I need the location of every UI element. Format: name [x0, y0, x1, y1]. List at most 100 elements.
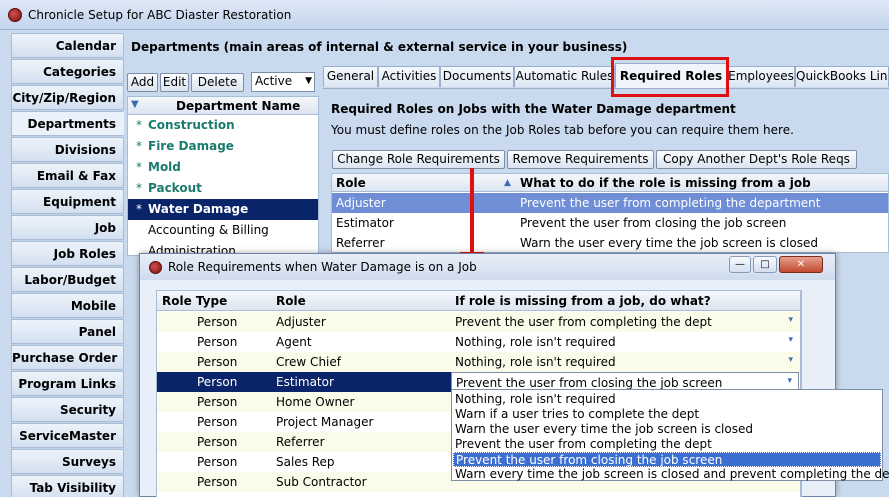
department-row[interactable]: Accounting & Billing: [128, 220, 318, 241]
sidebar-item-purchase-order[interactable]: Purchase Order: [11, 345, 124, 370]
delete-button[interactable]: Delete: [191, 73, 244, 92]
maximize-icon[interactable]: □: [753, 256, 777, 273]
department-name-column: Department Name: [176, 99, 301, 113]
change-role-requirements-button[interactable]: Change Role Requirements: [332, 150, 505, 169]
edit-button[interactable]: Edit: [160, 73, 189, 92]
nested-marker: *: [136, 160, 142, 174]
chevron-down-icon: ▾: [788, 335, 793, 345]
dropdown-option[interactable]: Warn if a user tries to complete the dep…: [453, 407, 881, 422]
action-select[interactable]: Nothing, role isn't required ▾: [451, 332, 799, 352]
department-row[interactable]: * Fire Damage: [128, 136, 318, 157]
department-row[interactable]: * Mold: [128, 157, 318, 178]
tab-activities[interactable]: Activities: [378, 66, 440, 87]
chevron-down-icon: ▾: [788, 355, 793, 365]
tab-required-roles[interactable]: Required Roles: [615, 63, 727, 88]
sidebar-item-job-roles[interactable]: Job Roles: [11, 241, 124, 266]
role-type: Person: [197, 335, 238, 349]
dropdown-option[interactable]: Warn every time the job screen is closed…: [453, 467, 889, 482]
department-name: Accounting & Billing: [148, 223, 269, 237]
role-requirements-grid-header: Role Type Role If role is missing from a…: [157, 291, 800, 311]
tab-employees[interactable]: Employees: [727, 66, 795, 87]
department-name: Mold: [148, 160, 181, 174]
role-requirement-row[interactable]: Person Adjuster Prevent the user from comp…: [157, 312, 800, 332]
missing-action: Prevent the user from closing the job sc…: [520, 216, 787, 230]
department-list[interactable]: ▼ Department Name * Construction * Fire Dam…: [127, 96, 319, 256]
sidebar-item-surveys[interactable]: Surveys: [11, 449, 124, 474]
role-type: Person: [197, 355, 238, 369]
chevron-down-icon: ▼: [305, 76, 312, 86]
missing-action-column[interactable]: If role is missing from a job, do what?: [455, 294, 711, 308]
required-roles-grid-header: Role ▲ What to do if the role is missing…: [332, 174, 888, 192]
sidebar-item-panel[interactable]: Panel: [11, 319, 124, 344]
sidebar-item-servicemaster[interactable]: ServiceMaster: [11, 423, 124, 448]
sidebar-item-mobile[interactable]: Mobile: [11, 293, 124, 318]
sidebar-item-email-fax[interactable]: Email & Fax: [11, 163, 124, 188]
sidebar-item-city-zip-region[interactable]: City/Zip/Region: [11, 85, 124, 110]
role-column[interactable]: Role: [276, 294, 306, 308]
tab-documents[interactable]: Documents: [440, 66, 514, 87]
dropdown-option[interactable]: Warn the user every time the job screen …: [453, 422, 881, 437]
role-name: Referrer: [276, 435, 325, 449]
dialog-title: Role Requirements when Water Damage is o…: [168, 260, 477, 274]
role-requirement-row[interactable]: Person Crew Chief Nothing, role isn't requ…: [157, 352, 800, 372]
nested-marker: *: [136, 181, 142, 195]
department-list-header[interactable]: ▼ Department Name: [128, 97, 318, 115]
remove-requirements-button[interactable]: Remove Requirements: [507, 150, 654, 169]
dropdown-option[interactable]: Nothing, role isn't required: [453, 392, 881, 407]
missing-action: Warn the user every time the job screen …: [520, 236, 818, 250]
required-role-row[interactable]: Referrer Warn the user every time the job…: [332, 233, 888, 252]
sidebar-item-labor-budget[interactable]: Labor/Budget: [11, 267, 124, 292]
role-name: Sub Contractor: [276, 475, 367, 489]
role-column[interactable]: Role: [336, 176, 366, 190]
department-tabs: General Activities Documents Automatic Rule…: [323, 63, 889, 88]
status-filter-value: Active: [255, 74, 293, 88]
sidebar-item-security[interactable]: Security: [11, 397, 124, 422]
action-column[interactable]: What to do if the role is missing from a…: [520, 176, 811, 190]
add-button[interactable]: Add: [127, 73, 158, 92]
sidebar-item-equipment[interactable]: Equipment: [11, 189, 124, 214]
role-type-column[interactable]: Role Type: [162, 294, 227, 308]
department-name: Construction: [148, 118, 235, 132]
sidebar-item-divisions[interactable]: Divisions: [11, 137, 124, 162]
sidebar-item-categories[interactable]: Categories: [11, 59, 124, 84]
role-name: Adjuster: [276, 315, 326, 329]
role-type: Person: [197, 475, 238, 489]
tab-quickbooks-link[interactable]: QuickBooks Link: [795, 66, 889, 87]
action-select[interactable]: Nothing, role isn't required ▾: [451, 352, 799, 372]
role-name: Referrer: [336, 236, 385, 250]
tab-general[interactable]: General: [323, 66, 378, 87]
department-row[interactable]: * Construction: [128, 115, 318, 136]
department-name: Water Damage: [148, 202, 249, 216]
sidebar-item-program-links[interactable]: Program Links: [11, 371, 124, 396]
dropdown-option[interactable]: Prevent the user from closing the job sc…: [453, 452, 881, 467]
nested-marker: *: [136, 139, 142, 153]
sidebar-item-calendar[interactable]: Calendar: [11, 33, 124, 58]
required-role-row[interactable]: Adjuster Prevent the user from completing…: [332, 193, 888, 213]
role-requirement-row[interactable]: Person Agent Nothing, role isn't required ▾: [157, 332, 800, 352]
required-roles-heading: Required Roles on Jobs with the Water Da…: [331, 102, 736, 116]
action-dropdown-list[interactable]: Nothing, role isn't required Warn if a us…: [451, 389, 889, 482]
dropdown-option[interactable]: Prevent the user from completing the dep…: [453, 437, 881, 452]
department-row[interactable]: * Packout: [128, 178, 318, 199]
copy-dept-role-reqs-button[interactable]: Copy Another Dept's Role Reqs: [656, 150, 857, 169]
role-name: Adjuster: [336, 196, 386, 210]
role-name: Project Manager: [276, 415, 374, 429]
close-icon[interactable]: ✕: [779, 256, 823, 273]
sidebar-item-tab-visibility[interactable]: Tab Visibility: [11, 475, 124, 497]
action-select[interactable]: Prevent the user from completing the dep…: [451, 312, 799, 332]
department-row[interactable]: * Water Damage: [128, 199, 318, 220]
tab-automatic-rules[interactable]: Automatic Rules: [514, 66, 615, 87]
role-type: Person: [197, 455, 238, 469]
action-value: Prevent the user from completing the dep…: [455, 315, 712, 329]
role-type: Person: [197, 375, 238, 389]
required-roles-grid[interactable]: Role ▲ What to do if the role is missing…: [331, 173, 889, 253]
minimize-icon[interactable]: —: [729, 256, 751, 273]
role-name: Crew Chief: [276, 355, 341, 369]
window-titlebar: Chronicle Setup for ABC Diaster Restorat…: [0, 0, 889, 30]
action-value: Nothing, role isn't required: [455, 335, 616, 349]
sidebar-item-job[interactable]: Job: [11, 215, 124, 240]
status-filter-select[interactable]: Active ▼: [251, 72, 315, 92]
sidebar-item-departments[interactable]: Departments: [11, 111, 124, 136]
role-type: Person: [197, 315, 238, 329]
required-role-row[interactable]: Estimator Prevent the user from closing t…: [332, 213, 888, 233]
